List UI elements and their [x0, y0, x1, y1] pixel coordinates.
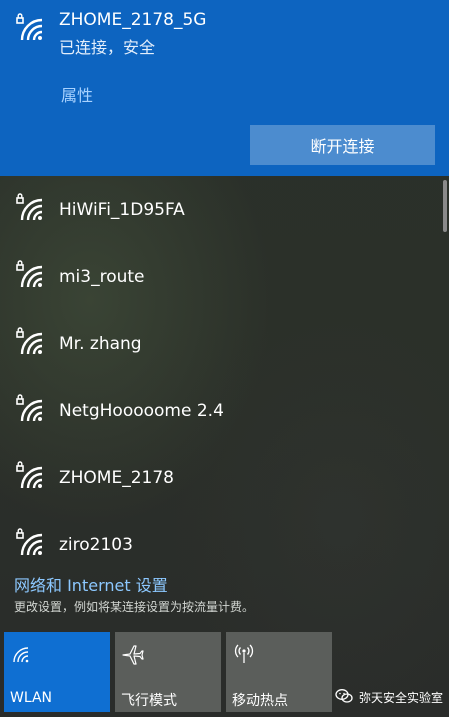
hotspot-icon — [232, 642, 256, 666]
network-item[interactable]: HiWiFi_1D95FA — [0, 178, 440, 244]
tile-label: 飞行模式 — [121, 693, 177, 709]
network-name: NetgHooooome 2.4 — [59, 401, 224, 421]
network-name: ziro2103 — [59, 535, 133, 555]
airplane-mode-toggle[interactable]: 飞行模式 — [115, 632, 221, 712]
network-item[interactable]: mi3_route — [0, 245, 440, 311]
connected-network-name: ZHOME_2178_5G — [59, 10, 207, 30]
secured-wifi-icon — [14, 393, 46, 425]
network-flyout: ZHOME_2178_5G 已连接，安全 属性 断开连接 HiWiFi_1D95… — [0, 0, 449, 717]
secured-wifi-icon — [14, 527, 46, 559]
wlan-toggle[interactable]: WLAN — [4, 632, 110, 712]
network-name: ZHOME_2178 — [59, 468, 174, 488]
wechat-icon — [335, 688, 353, 707]
watermark-text: 弥天安全实验室 — [359, 690, 444, 705]
network-item[interactable]: Mr. zhang — [0, 312, 440, 378]
network-name: HiWiFi_1D95FA — [59, 200, 185, 220]
secured-wifi-icon — [14, 192, 46, 224]
mobile-hotspot-toggle[interactable]: 移动热点 — [226, 632, 332, 712]
properties-link[interactable]: 属性 — [61, 82, 93, 106]
secured-wifi-icon — [14, 460, 46, 492]
network-settings-link[interactable]: 网络和 Internet 设置 — [14, 572, 168, 596]
airplane-icon — [121, 642, 145, 666]
watermark: 弥天安全实验室 — [335, 687, 443, 707]
network-item[interactable]: NetgHooooome 2.4 — [0, 379, 440, 445]
connected-network-panel[interactable]: ZHOME_2178_5G 已连接，安全 属性 断开连接 — [0, 0, 449, 176]
disconnect-button[interactable]: 断开连接 — [250, 125, 435, 165]
network-item[interactable]: ziro2103 — [0, 513, 440, 579]
secured-wifi-icon — [14, 12, 46, 44]
secured-wifi-icon — [14, 259, 46, 291]
settings-description: 更改设置，例如将某连接设置为按流量计费。 — [14, 600, 255, 614]
wifi-icon — [10, 642, 34, 666]
network-name: mi3_route — [59, 267, 145, 287]
secured-wifi-icon — [14, 326, 46, 358]
tile-label: 移动热点 — [232, 693, 288, 709]
connection-status: 已连接，安全 — [59, 38, 156, 57]
scrollbar[interactable] — [443, 180, 447, 232]
network-item[interactable]: ZHOME_2178 — [0, 446, 440, 512]
network-name: Mr. zhang — [59, 334, 142, 354]
tile-label: WLAN — [10, 690, 53, 706]
